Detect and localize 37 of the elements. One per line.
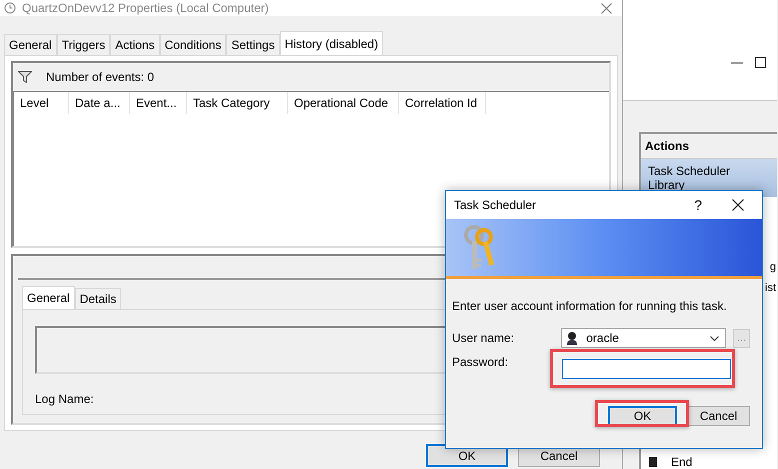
tab[interactable]: History (disabled) bbox=[280, 31, 384, 55]
close-icon[interactable] bbox=[732, 199, 744, 211]
maximize-icon[interactable] bbox=[755, 57, 766, 68]
stop-icon bbox=[649, 457, 657, 467]
help-button[interactable]: ? bbox=[694, 197, 702, 213]
tab[interactable]: General bbox=[22, 286, 75, 309]
filter-icon[interactable] bbox=[18, 71, 32, 83]
password-label: Password: bbox=[452, 355, 510, 369]
column-header[interactable]: Date a... bbox=[69, 92, 130, 114]
event-count: Number of events: 0 bbox=[46, 70, 154, 84]
dialog-title: Task Scheduler bbox=[454, 198, 536, 212]
window-title: QuartzOnDevv12 Properties (Local Computer) bbox=[22, 1, 269, 15]
tab[interactable]: Details bbox=[74, 288, 122, 309]
column-header[interactable]: Correlation Id bbox=[399, 92, 486, 114]
cancel-button[interactable]: Cancel bbox=[687, 406, 750, 426]
action-label: ist bbox=[765, 282, 776, 294]
actions-header: Actions bbox=[641, 134, 777, 159]
caret-icon bbox=[710, 336, 720, 340]
tab[interactable]: Settings bbox=[226, 34, 280, 55]
password-field[interactable] bbox=[562, 359, 731, 379]
tab[interactable]: Triggers bbox=[56, 34, 110, 55]
user-name-dropdown[interactable]: oracle bbox=[561, 328, 726, 348]
action-label: g bbox=[770, 261, 776, 273]
tab[interactable]: Actions bbox=[110, 34, 160, 55]
column-header[interactable]: Level bbox=[14, 92, 69, 114]
ok-button[interactable]: OK bbox=[608, 406, 677, 426]
prompt-text: Enter user account information for running this task. bbox=[452, 299, 728, 313]
column-header[interactable]: Task Category bbox=[187, 92, 288, 114]
user-name-label: User name: bbox=[452, 331, 516, 345]
minimize-icon[interactable] bbox=[731, 62, 743, 64]
column-header[interactable]: Event... bbox=[130, 92, 187, 114]
user-icon bbox=[566, 331, 578, 345]
tab[interactable]: General bbox=[4, 34, 57, 55]
column-header[interactable]: Operational Code bbox=[288, 92, 399, 114]
action-item[interactable]: End bbox=[671, 455, 692, 469]
tab[interactable]: Conditions bbox=[160, 34, 226, 55]
log-name-label: Log Name: bbox=[35, 392, 95, 406]
